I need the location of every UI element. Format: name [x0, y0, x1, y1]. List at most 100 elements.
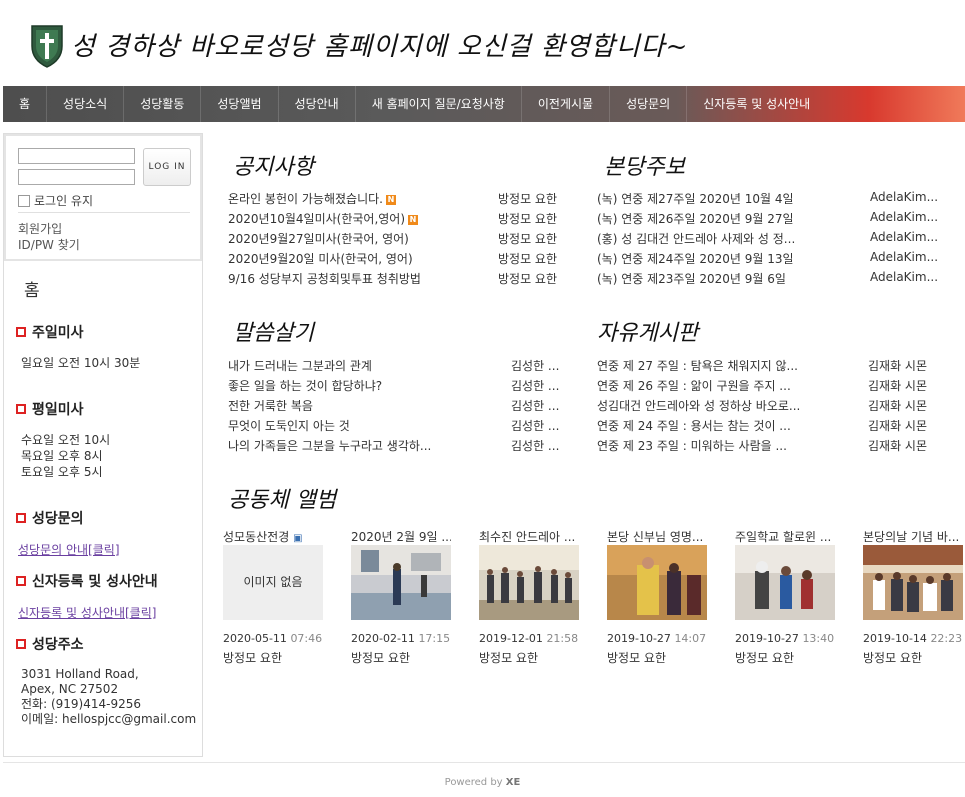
signup-link[interactable]: 회원가입 [18, 220, 62, 237]
word-title[interactable]: 좋은 일을 하는 것이 합당하냐? [228, 377, 382, 394]
free-title[interactable]: 연중 제 26 주일 : 앎이 구원을 주지 ... [597, 377, 791, 394]
gallery-date: 2020-05-11 07:46 [223, 632, 323, 645]
xe-logo-link[interactable]: XE [506, 777, 521, 788]
free-author: 김재화 시몬 [868, 419, 928, 433]
notice-row[interactable]: 온라인 봉헌이 가능해졌습니다. N [228, 190, 396, 207]
free-author: 김재화 시몬 [868, 399, 928, 413]
bulletin-author: AdelaKim... [870, 190, 939, 204]
nav-album[interactable]: 성당앨범 [201, 86, 279, 122]
weekday-mass-time: 목요일 오후 8시 [21, 449, 103, 463]
gallery-date: 2020-02-11 17:15 [351, 632, 451, 645]
image-file-icon: ▣ [293, 533, 303, 544]
bulletin-title[interactable]: (녹) 연중 제26주일 2020년 9월 27일 [597, 210, 794, 227]
site-header: 성 경하상 바오로성당 홈페이지에 오신걸 환영합니다~ [3, 0, 965, 84]
word-author: 김성한 ... [511, 439, 560, 453]
sunday-mass-title: 주일미사 [16, 322, 84, 342]
free-title[interactable]: 연중 제 24 주일 : 용서는 참는 것이 ... [597, 417, 791, 434]
nav-contact[interactable]: 성당문의 [610, 86, 688, 122]
bullet-square-icon [16, 404, 26, 414]
password-input[interactable] [18, 169, 135, 185]
free-title[interactable]: 연중 제 27 주일 : 탐욕은 채워지지 않... [597, 357, 798, 374]
bullet-square-icon [16, 513, 26, 523]
free-title[interactable]: 연중 제 23 주일 : 미워하는 사람을 ... [597, 437, 787, 454]
notice-row[interactable]: 2020년10월4일미사(한국어,영어) N [228, 210, 419, 227]
notice-author: 방정모 요한 [498, 212, 558, 226]
notice-author: 방정모 요한 [498, 192, 558, 206]
gallery-photo[interactable] [479, 545, 579, 620]
gallery-photo[interactable] [735, 545, 835, 620]
bulletin-title[interactable]: (녹) 연중 제23주일 2020년 9월 6일 [597, 270, 786, 287]
address-line: 3031 Holland Road, [21, 667, 139, 681]
nav-news[interactable]: 성당소식 [47, 86, 125, 122]
phone-line: 전화: (919)414-9256 [21, 697, 141, 711]
word-author: 김성한 ... [511, 399, 560, 413]
gallery-photo[interactable] [863, 545, 963, 620]
inquiry-link[interactable]: 성당문의 안내[클릭] [18, 541, 120, 558]
bullet-square-icon [16, 639, 26, 649]
bulletin-author: AdelaKim... [870, 250, 939, 264]
find-account-link[interactable]: ID/PW 찾기 [18, 236, 80, 253]
bullet-square-icon [16, 576, 26, 586]
gallery-photo[interactable] [607, 545, 707, 620]
gallery-title[interactable]: 공동체 앨범 [228, 482, 336, 514]
word-title[interactable]: 무엇이 도둑인지 아는 것 [228, 417, 350, 434]
gallery-author: 방정모 요한 [351, 651, 411, 665]
weekday-mass-label: 평일미사 [32, 402, 84, 418]
word-title[interactable]: 나의 가족들은 그분을 누구라고 생각하... [228, 437, 431, 454]
notice-title[interactable]: 9/16 성당부지 공청회및투표 청취방법 [228, 270, 421, 287]
keep-login[interactable]: 로그인 유지 [18, 192, 93, 209]
notice-title[interactable]: 2020년9월20일 미사(한국어, 영어) [228, 250, 413, 267]
free-board-title[interactable]: 자유게시판 [597, 315, 698, 347]
bulletin-title[interactable]: (녹) 연중 제27주일 2020년 10월 4일 [597, 190, 794, 207]
free-title[interactable]: 성김대건 안드레아와 성 정하상 바오로... [597, 397, 800, 414]
church-crest-icon[interactable] [30, 24, 64, 68]
gallery-item-title[interactable]: 2020년 2월 9일 ... [351, 528, 451, 545]
bulletin-title[interactable]: (녹) 연중 제24주일 2020년 9월 13일 [597, 250, 794, 267]
sidebar-home[interactable]: 홈 [24, 276, 40, 301]
address-title: 성당주소 [16, 634, 84, 654]
inquiry-label: 성당문의 [32, 511, 84, 527]
sunday-mass-time: 일요일 오전 10시 30분 [21, 356, 141, 370]
address-label: 성당주소 [32, 637, 84, 653]
weekday-mass-time: 수요일 오전 10시 [21, 433, 111, 447]
nav-requests[interactable]: 새 홈페이지 질문/요청사항 [356, 86, 522, 122]
notice-board-title[interactable]: 공지사항 [233, 149, 314, 181]
register-link[interactable]: 신자등록 및 성사안내[클릭] [18, 604, 156, 621]
word-board-title[interactable]: 말씀살기 [233, 315, 314, 347]
gallery-item-title[interactable]: 본당의날 기념 바... [863, 528, 963, 545]
welcome-banner[interactable]: 성 경하상 바오로성당 홈페이지에 오신걸 환영합니다~ [71, 26, 688, 63]
footer-divider [3, 762, 965, 763]
bulletin-board-title[interactable]: 본당주보 [604, 149, 685, 181]
gallery-item-title[interactable]: 최수진 안드레아 ... [479, 528, 579, 545]
gallery-item-title[interactable]: 본당 신부님 영명... [607, 528, 707, 545]
bulletin-title[interactable]: (홍) 성 김대건 안드레아 사제와 성 정... [597, 230, 795, 247]
nav-info[interactable]: 성당안내 [279, 86, 356, 122]
keep-login-checkbox[interactable] [18, 194, 30, 207]
notice-title[interactable]: 2020년10월4일미사(한국어,영어) [228, 212, 405, 226]
word-title[interactable]: 전한 거룩한 복음 [228, 397, 313, 414]
gallery-item-title[interactable]: 성모동산전경 ▣ [223, 528, 323, 545]
gallery-author: 방정모 요한 [863, 651, 923, 665]
login-button[interactable]: LOG IN [143, 148, 191, 186]
bulletin-author: AdelaKim... [870, 210, 939, 224]
sunday-mass-label: 주일미사 [32, 325, 84, 341]
free-author: 김재화 시몬 [868, 439, 928, 453]
word-author: 김성한 ... [511, 379, 560, 393]
gallery-no-image[interactable]: 이미지 없음 [223, 545, 323, 620]
bulletin-author: AdelaKim... [870, 270, 939, 284]
user-id-input[interactable] [18, 148, 135, 164]
word-author: 김성한 ... [511, 419, 560, 433]
gallery-date: 2019-10-27 14:07 [607, 632, 707, 645]
notice-title[interactable]: 온라인 봉헌이 가능해졌습니다. [228, 192, 383, 206]
nav-archive[interactable]: 이전게시물 [522, 86, 611, 122]
nav-activities[interactable]: 성당활동 [124, 86, 202, 122]
nav-registration[interactable]: 신자등록 및 성사안내 [687, 86, 826, 122]
sidebar: LOG IN 로그인 유지 회원가입 ID/PW 찾기 홈 주일미사 일요일 오… [3, 133, 203, 757]
gallery-item-title[interactable]: 주일학교 할로윈 ... [735, 528, 835, 545]
login-box: LOG IN 로그인 유지 회원가입 ID/PW 찾기 [4, 134, 202, 261]
gallery-photo[interactable] [351, 545, 451, 620]
notice-title[interactable]: 2020년9월27일미사(한국어, 영어) [228, 230, 409, 247]
nav-home[interactable]: 홈 [3, 86, 48, 122]
main-nav: 홈 성당소식 성당활동 성당앨범 성당안내 새 홈페이지 질문/요청사항 이전게… [3, 86, 965, 122]
word-title[interactable]: 내가 드러내는 그분과의 관계 [228, 357, 372, 374]
